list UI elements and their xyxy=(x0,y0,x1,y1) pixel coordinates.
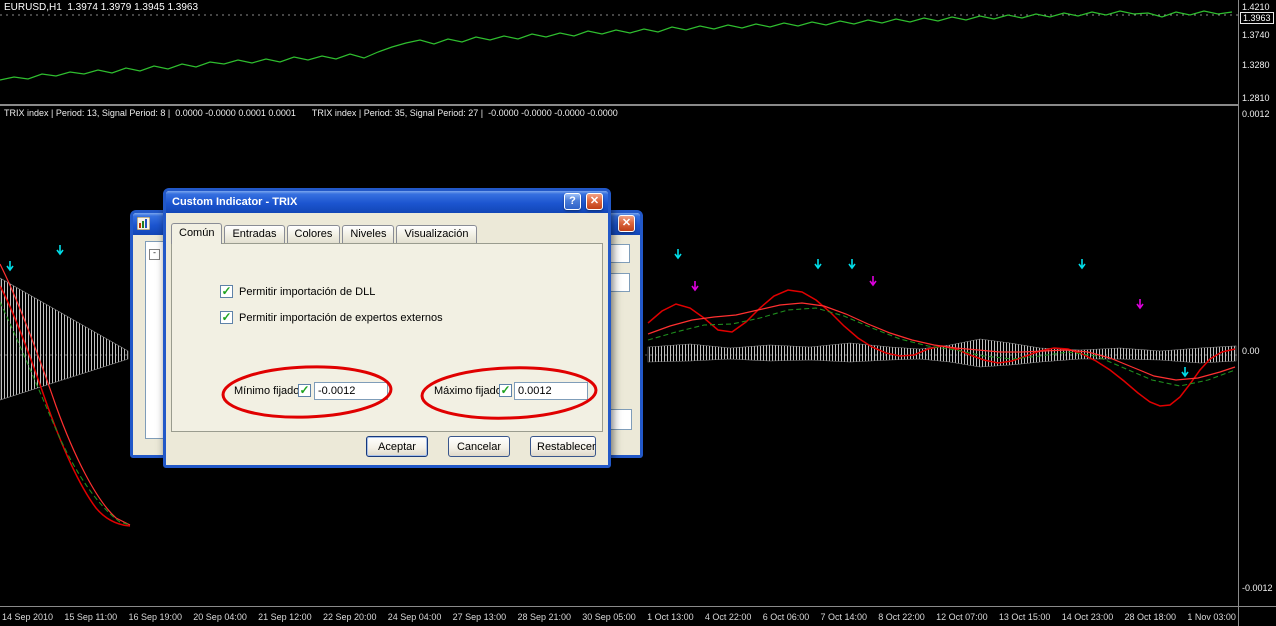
trix-13-values: TRIX index | Period: 13, Signal Period: … xyxy=(4,108,296,118)
price-tick: 1.4210 xyxy=(1242,2,1270,12)
exit-arrow-icon xyxy=(1137,299,1143,308)
tab-colores[interactable]: Colores xyxy=(287,225,341,243)
time-label: 15 Sep 11:00 xyxy=(64,612,117,622)
indicator-header: TRIX index | Period: 13, Signal Period: … xyxy=(4,108,618,118)
time-label: 12 Oct 07:00 xyxy=(936,612,988,622)
time-label: 28 Oct 18:00 xyxy=(1125,612,1177,622)
close-icon[interactable]: ✕ xyxy=(618,215,635,232)
tab-page-comun xyxy=(171,243,603,432)
price-scale[interactable]: 1.4210 1.3963 1.3740 1.3280 1.2810 0.001… xyxy=(1238,0,1276,626)
time-label: 28 Sep 21:00 xyxy=(517,612,571,622)
price-tick: 1.3280 xyxy=(1242,60,1270,70)
allow-experts-checkbox[interactable]: ✓ xyxy=(220,311,233,324)
sell-arrow-icon xyxy=(1182,367,1188,376)
time-label: 1 Nov 03:00 xyxy=(1187,612,1236,622)
time-axis[interactable]: 14 Sep 2010 15 Sep 11:00 16 Sep 19:00 20… xyxy=(0,607,1238,626)
time-label: 4 Oct 22:00 xyxy=(705,612,752,622)
main-price-chart[interactable] xyxy=(0,0,1238,104)
min-fixed-checkbox[interactable]: ✓ xyxy=(298,384,311,397)
price-tick: 1.3740 xyxy=(1242,30,1270,40)
exit-arrow-icon xyxy=(692,281,698,290)
time-label: 21 Sep 12:00 xyxy=(258,612,312,622)
tab-niveles[interactable]: Niveles xyxy=(342,225,394,243)
tab-visualizacion[interactable]: Visualización xyxy=(396,225,476,243)
max-fixed-label: Máximo fijado xyxy=(434,385,502,397)
max-fixed-input[interactable] xyxy=(514,382,588,400)
time-label: 13 Oct 15:00 xyxy=(999,612,1051,622)
cancel-button[interactable]: Cancelar xyxy=(448,436,510,457)
tab-comun[interactable]: Común xyxy=(171,223,222,244)
indicator-scale-bottom: -0.0012 xyxy=(1242,583,1273,593)
sell-arrow-icon xyxy=(849,259,855,268)
time-label: 24 Sep 04:00 xyxy=(388,612,442,622)
trix-35-values: TRIX index | Period: 35, Signal Period: … xyxy=(312,108,618,118)
time-label: 1 Oct 13:00 xyxy=(647,612,694,622)
time-label: 14 Sep 2010 xyxy=(2,612,53,622)
allow-dll-row: ✓ Permitir importación de DLL xyxy=(220,285,375,298)
allow-experts-label: Permitir importación de expertos externo… xyxy=(239,312,443,324)
tree-collapse-icon[interactable]: - xyxy=(149,249,160,260)
tab-entradas[interactable]: Entradas xyxy=(224,225,284,243)
price-tick: 1.2810 xyxy=(1242,93,1270,103)
time-label: 6 Oct 06:00 xyxy=(763,612,810,622)
chart-window-splitter[interactable] xyxy=(0,104,1276,106)
allow-experts-row: ✓ Permitir importación de expertos exter… xyxy=(220,311,443,324)
dialog-titlebar[interactable]: Custom Indicator - TRIX ? ✕ xyxy=(166,191,608,213)
custom-indicator-dialog: Custom Indicator - TRIX ? ✕ Común Entrad… xyxy=(163,188,611,468)
indicator-scale-top: 0.0012 xyxy=(1242,109,1270,119)
min-fixed-input[interactable] xyxy=(314,382,388,400)
trix-histogram-left xyxy=(0,278,128,400)
time-label: 30 Sep 05:00 xyxy=(582,612,636,622)
indicator-scale-zero: 0.00 xyxy=(1242,346,1260,356)
tab-label: Niveles xyxy=(350,228,386,240)
trix-line-slow-right xyxy=(648,303,1235,380)
dialog-tabs: Común Entradas Colores Niveles Visualiza… xyxy=(171,223,479,243)
tab-label: Entradas xyxy=(232,228,276,240)
time-label: 27 Sep 13:00 xyxy=(453,612,507,622)
sell-arrow-icon xyxy=(1079,259,1085,268)
price-series xyxy=(0,11,1232,80)
trix-histogram-right xyxy=(648,339,1236,367)
close-icon[interactable]: ✕ xyxy=(586,193,603,210)
allow-dll-label: Permitir importación de DLL xyxy=(239,286,375,298)
tab-label: Colores xyxy=(295,228,333,240)
time-label: 8 Oct 22:00 xyxy=(878,612,925,622)
mt4-terminal: EURUSD,H1 1.3974 1.3979 1.3945 1.3963 TR… xyxy=(0,0,1276,626)
help-icon[interactable]: ? xyxy=(564,193,581,210)
sell-arrow-icon xyxy=(57,245,63,254)
allow-dll-checkbox[interactable]: ✓ xyxy=(220,285,233,298)
sell-arrow-icon xyxy=(815,259,821,268)
dialog-title: Custom Indicator - TRIX xyxy=(172,196,297,208)
tab-label: Común xyxy=(179,227,214,239)
time-label: 20 Sep 04:00 xyxy=(193,612,247,622)
max-fixed-checkbox[interactable]: ✓ xyxy=(499,384,512,397)
time-label: 16 Sep 19:00 xyxy=(128,612,182,622)
reset-button[interactable]: Restablecer xyxy=(530,436,596,457)
tab-label: Visualización xyxy=(404,228,468,240)
time-label: 7 Oct 14:00 xyxy=(820,612,867,622)
symbol-ohlc-info: EURUSD,H1 1.3974 1.3979 1.3945 1.3963 xyxy=(4,2,198,13)
current-price-label: 1.3963 xyxy=(1240,12,1274,24)
exit-arrow-icon xyxy=(870,276,876,285)
min-fixed-label: Mínimo fijado xyxy=(234,385,299,397)
sell-arrow-icon xyxy=(675,249,681,258)
time-label: 14 Oct 23:00 xyxy=(1062,612,1114,622)
time-label: 22 Sep 20:00 xyxy=(323,612,377,622)
accept-button[interactable]: Aceptar xyxy=(366,436,428,457)
indicator-dialog-icon xyxy=(137,217,150,230)
sell-arrow-icon xyxy=(7,261,13,270)
